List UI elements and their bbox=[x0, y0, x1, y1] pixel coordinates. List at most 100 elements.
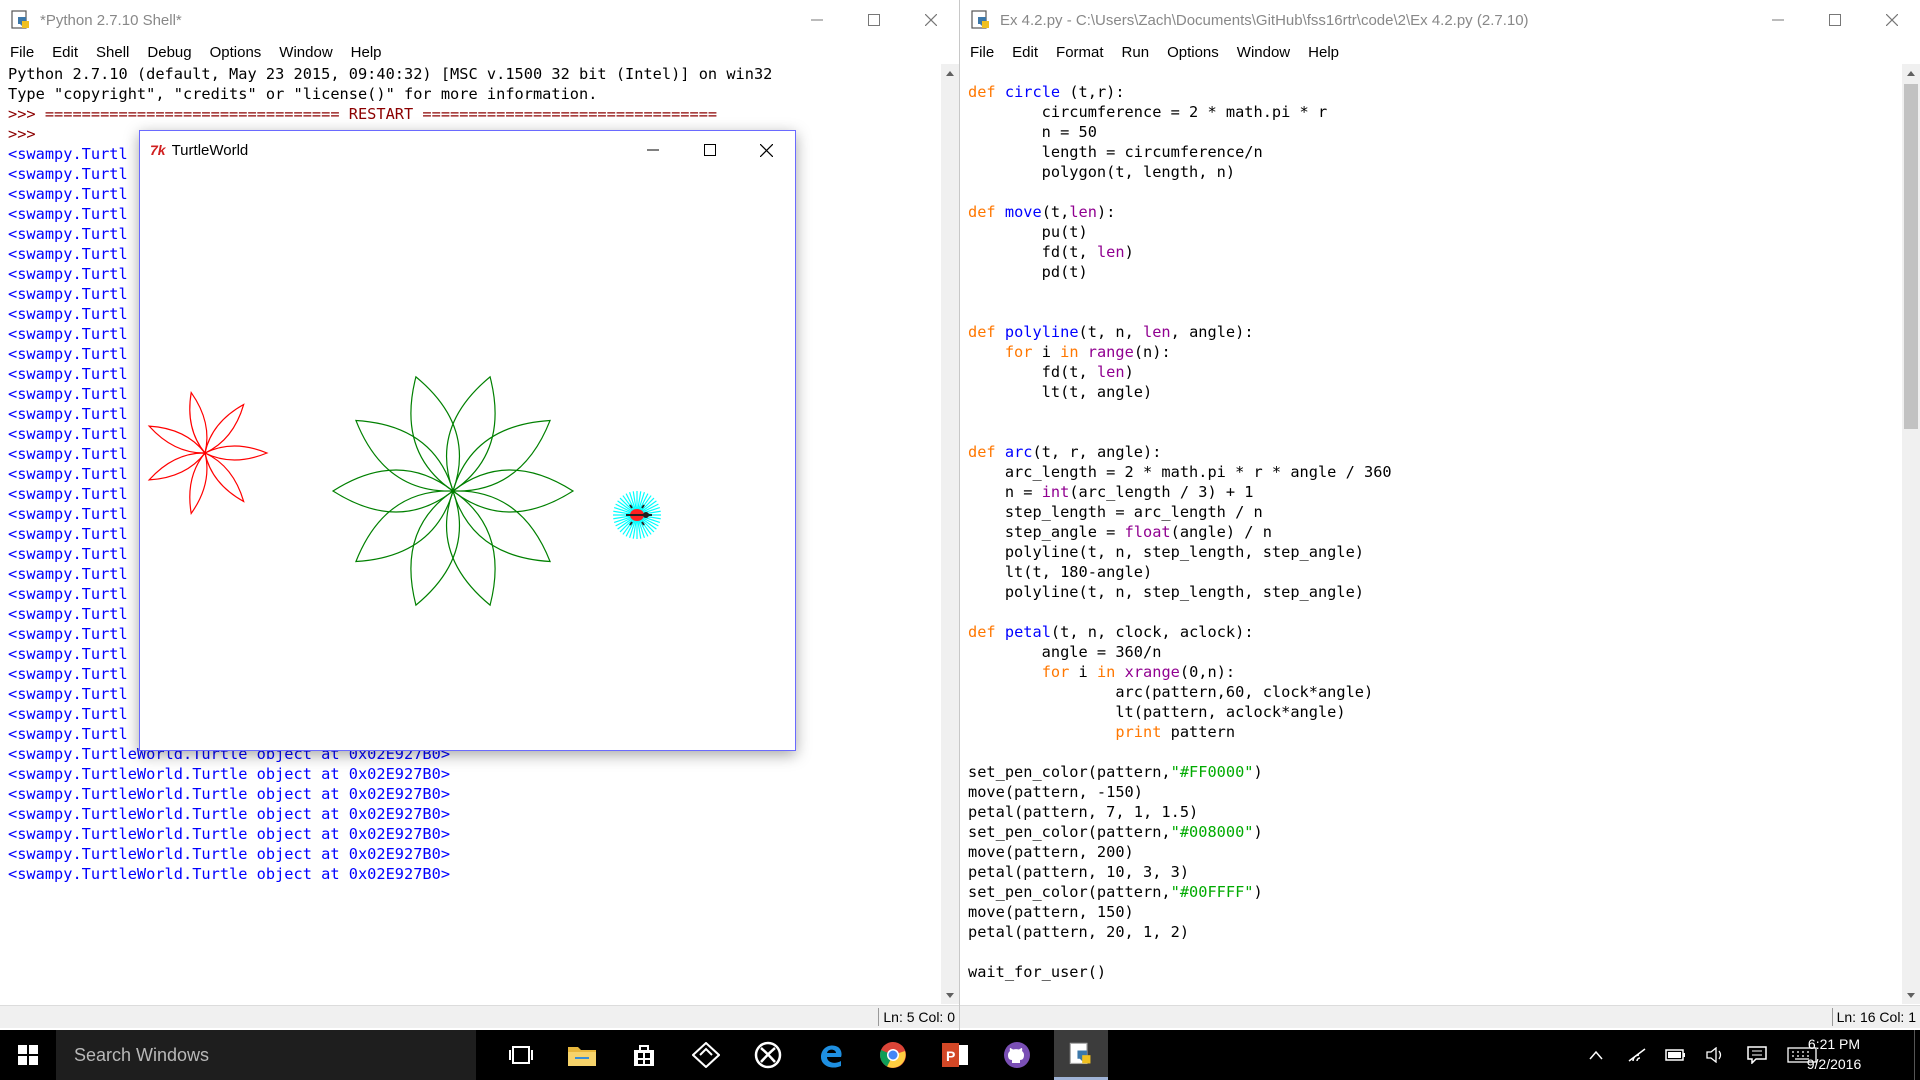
menu-help[interactable]: Help bbox=[1299, 44, 1348, 61]
menu-file[interactable]: File bbox=[960, 44, 1003, 61]
maximize-button[interactable] bbox=[1806, 0, 1863, 40]
taskbar-file-explorer[interactable] bbox=[557, 1030, 607, 1080]
code-line: def move(t,len): bbox=[968, 202, 1893, 222]
minimize-button[interactable] bbox=[1749, 0, 1806, 40]
turtle-canvas[interactable] bbox=[140, 169, 795, 750]
menu-window[interactable]: Window bbox=[1228, 44, 1299, 61]
menu-edit[interactable]: Edit bbox=[43, 44, 87, 61]
shell-header-line: Type "copyright", "credits" or "license(… bbox=[8, 85, 598, 103]
triangle-down-icon bbox=[1907, 992, 1915, 998]
menu-debug[interactable]: Debug bbox=[138, 44, 200, 61]
menu-format[interactable]: Format bbox=[1047, 44, 1113, 61]
close-icon bbox=[924, 14, 937, 26]
menu-file[interactable]: File bbox=[0, 44, 43, 61]
code-token: xrange bbox=[1124, 663, 1180, 681]
menu-shell[interactable]: Shell bbox=[87, 44, 138, 61]
code-token: angle = 360/n bbox=[968, 643, 1162, 661]
python-idle-icon bbox=[11, 10, 29, 29]
maximize-button[interactable] bbox=[845, 0, 902, 40]
code-line: polyline(t, n, step_length, step_angle) bbox=[968, 582, 1893, 602]
code-token: polygon(t, length, n) bbox=[968, 163, 1236, 181]
editor-code-area[interactable]: def circle (t,r): circumference = 2 * ma… bbox=[968, 64, 1893, 1004]
code-line: def circle (t,r): bbox=[968, 82, 1893, 102]
battery-button[interactable] bbox=[1664, 1030, 1688, 1080]
taskbar-edge[interactable] bbox=[806, 1030, 856, 1080]
taskbar-store[interactable] bbox=[619, 1030, 669, 1080]
editor-cursor-position: Ln: 16 Col: 1 bbox=[1831, 1008, 1920, 1026]
code-token: (t, n, bbox=[1078, 323, 1144, 341]
editor-window: Ex 4.2.py - C:\Users\Zach\Documents\GitH… bbox=[960, 0, 1920, 1030]
menu-help[interactable]: Help bbox=[342, 44, 391, 61]
taskbar-clock[interactable]: 6:21 PM 9/2/2016 bbox=[1794, 1034, 1874, 1074]
code-token: ) bbox=[1124, 243, 1134, 261]
code-line: n = int(arc_length / 3) + 1 bbox=[968, 482, 1893, 502]
code-token: ) bbox=[1253, 883, 1263, 901]
network-button[interactable] bbox=[1625, 1030, 1649, 1080]
taskbar-search-box[interactable]: Search Windows bbox=[56, 1030, 476, 1080]
shell-scrollbar[interactable] bbox=[941, 64, 959, 1004]
code-token: move(pattern, 200) bbox=[968, 843, 1134, 861]
taskbar-github[interactable] bbox=[992, 1030, 1042, 1080]
github-icon bbox=[1004, 1042, 1030, 1068]
code-token: set_pen_color(pattern, bbox=[968, 883, 1171, 901]
code-line: step_angle = float(angle) / n bbox=[968, 522, 1893, 542]
code-token: petal bbox=[1004, 623, 1051, 641]
taskbar-xbox[interactable] bbox=[743, 1030, 793, 1080]
clock-date: 9/2/2016 bbox=[1806, 1056, 1862, 1072]
code-token: def bbox=[968, 323, 996, 341]
code-line: circumference = 2 * math.pi * r bbox=[968, 102, 1893, 122]
code-line: move(pattern, 150) bbox=[968, 902, 1893, 922]
code-line: petal(pattern, 20, 1, 2) bbox=[968, 922, 1893, 942]
shell-statusbar: Ln: 5 Col: 0 bbox=[0, 1005, 959, 1028]
maximize-button[interactable] bbox=[681, 131, 738, 169]
menu-options[interactable]: Options bbox=[1158, 44, 1228, 61]
code-token: arc bbox=[1004, 443, 1033, 461]
menu-edit[interactable]: Edit bbox=[1003, 44, 1047, 61]
editor-titlebar[interactable]: Ex 4.2.py - C:\Users\Zach\Documents\GitH… bbox=[960, 0, 1920, 40]
volume-button[interactable] bbox=[1703, 1030, 1727, 1080]
menu-options[interactable]: Options bbox=[201, 44, 271, 61]
scroll-up-arrow[interactable] bbox=[1902, 64, 1920, 82]
taskbar-task-view[interactable] bbox=[496, 1030, 546, 1080]
close-button[interactable] bbox=[1863, 0, 1920, 40]
menu-run[interactable]: Run bbox=[1113, 44, 1159, 61]
scroll-down-arrow[interactable] bbox=[941, 986, 959, 1004]
taskbar-share[interactable] bbox=[681, 1030, 731, 1080]
scroll-thumb[interactable] bbox=[1904, 84, 1918, 429]
close-button[interactable] bbox=[738, 131, 795, 169]
show-hidden-icons-button[interactable] bbox=[1584, 1030, 1608, 1080]
code-line: polyline(t, n, step_length, step_angle) bbox=[968, 542, 1893, 562]
close-button[interactable] bbox=[902, 0, 959, 40]
code-token: step_angle = bbox=[968, 523, 1125, 541]
clock-time: 6:21 PM bbox=[1807, 1036, 1861, 1052]
minimize-button[interactable] bbox=[788, 0, 845, 40]
show-desktop-button[interactable] bbox=[1914, 1030, 1920, 1080]
start-button[interactable] bbox=[0, 1030, 56, 1080]
store-icon bbox=[634, 1045, 654, 1066]
petal bbox=[147, 425, 207, 454]
editor-menubar: File Edit Format Run Options Window Help bbox=[960, 40, 1920, 64]
editor-statusbar: Ln: 16 Col: 1 bbox=[960, 1005, 1920, 1028]
code-token: move bbox=[1004, 203, 1042, 221]
scroll-up-arrow[interactable] bbox=[941, 64, 959, 82]
taskbar-powerpoint[interactable]: P bbox=[930, 1030, 980, 1080]
shell-output-line: <swampy.TurtleWorld.Turtle object at 0x0… bbox=[8, 805, 451, 823]
code-token: petal(pattern, 20, 1, 2) bbox=[968, 923, 1190, 941]
taskbar-python-idle[interactable] bbox=[1054, 1030, 1108, 1080]
scroll-down-arrow[interactable] bbox=[1902, 986, 1920, 1004]
taskbar-chrome[interactable] bbox=[868, 1030, 918, 1080]
shell-titlebar[interactable]: *Python 2.7.10 Shell* bbox=[0, 0, 959, 40]
minimize-button[interactable] bbox=[624, 131, 681, 169]
minimize-icon bbox=[646, 149, 659, 151]
xbox-icon bbox=[754, 1041, 782, 1069]
action-center-button[interactable] bbox=[1745, 1030, 1769, 1080]
code-token: for bbox=[1004, 343, 1033, 361]
code-token: len bbox=[1143, 323, 1171, 341]
editor-scrollbar[interactable] bbox=[1902, 64, 1920, 1004]
menu-window[interactable]: Window bbox=[270, 44, 341, 61]
code-token: petal(pattern, 10, 3, 3) bbox=[968, 863, 1190, 881]
turtleworld-titlebar[interactable]: 7k TurtleWorld bbox=[140, 131, 795, 169]
triangle-up-icon bbox=[946, 70, 954, 76]
